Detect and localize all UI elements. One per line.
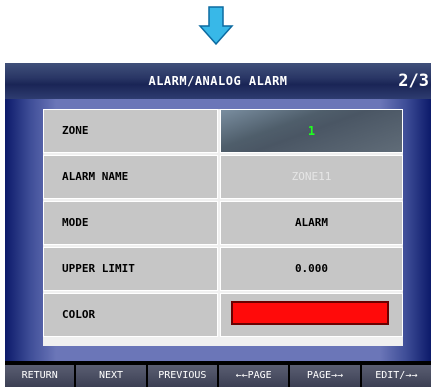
zone-label: ZONE [43, 109, 218, 153]
alarm-screen: ALARM/ANALOG ALARM 2/3 ZONE 1 ALARM NAME… [5, 63, 431, 387]
upper-limit-label: UPPER LIMIT [43, 247, 218, 291]
title-bar: ALARM/ANALOG ALARM 2/3 [5, 63, 431, 99]
color-label: COLOR [43, 293, 218, 337]
zone-row: ZONE 1 [43, 109, 403, 155]
previous-button[interactable]: PREVIOUS [147, 365, 217, 387]
mode-row: MODE ALARM [43, 201, 403, 247]
edit-button[interactable]: EDIT/→→ [361, 365, 431, 387]
page-forward-button[interactable]: PAGE→→ [290, 365, 360, 387]
page-indicator: 2/3 [398, 71, 429, 91]
alarm-name-label: ALARM NAME [43, 155, 218, 199]
function-toolbar: RETURN NEXT PREVIOUS ←←PAGE PAGE→→ EDIT/… [5, 365, 431, 387]
return-button[interactable]: RETURN [5, 365, 75, 387]
upper-limit-row: UPPER LIMIT 0.000 [43, 247, 403, 293]
upper-limit-value[interactable]: 0.000 [220, 247, 403, 291]
mode-label: MODE [43, 201, 218, 245]
zone-value[interactable]: 1 [220, 109, 403, 153]
color-value[interactable] [220, 293, 403, 337]
next-button[interactable]: NEXT [76, 365, 146, 387]
alarm-name-row: ALARM NAME ZONE11 [43, 155, 403, 201]
down-arrow-icon [198, 6, 234, 46]
mode-value[interactable]: ALARM [220, 201, 403, 245]
settings-table: ZONE 1 ALARM NAME ZONE11 MODE ALARM UPPE… [43, 109, 403, 346]
page-back-button[interactable]: ←←PAGE [218, 365, 289, 387]
alarm-name-value[interactable]: ZONE11 [220, 155, 403, 199]
screen-title: ALARM/ANALOG ALARM [148, 74, 288, 88]
color-row: COLOR [43, 293, 403, 339]
settings-panel: ZONE 1 ALARM NAME ZONE11 MODE ALARM UPPE… [5, 99, 431, 361]
color-swatch[interactable] [231, 301, 389, 325]
